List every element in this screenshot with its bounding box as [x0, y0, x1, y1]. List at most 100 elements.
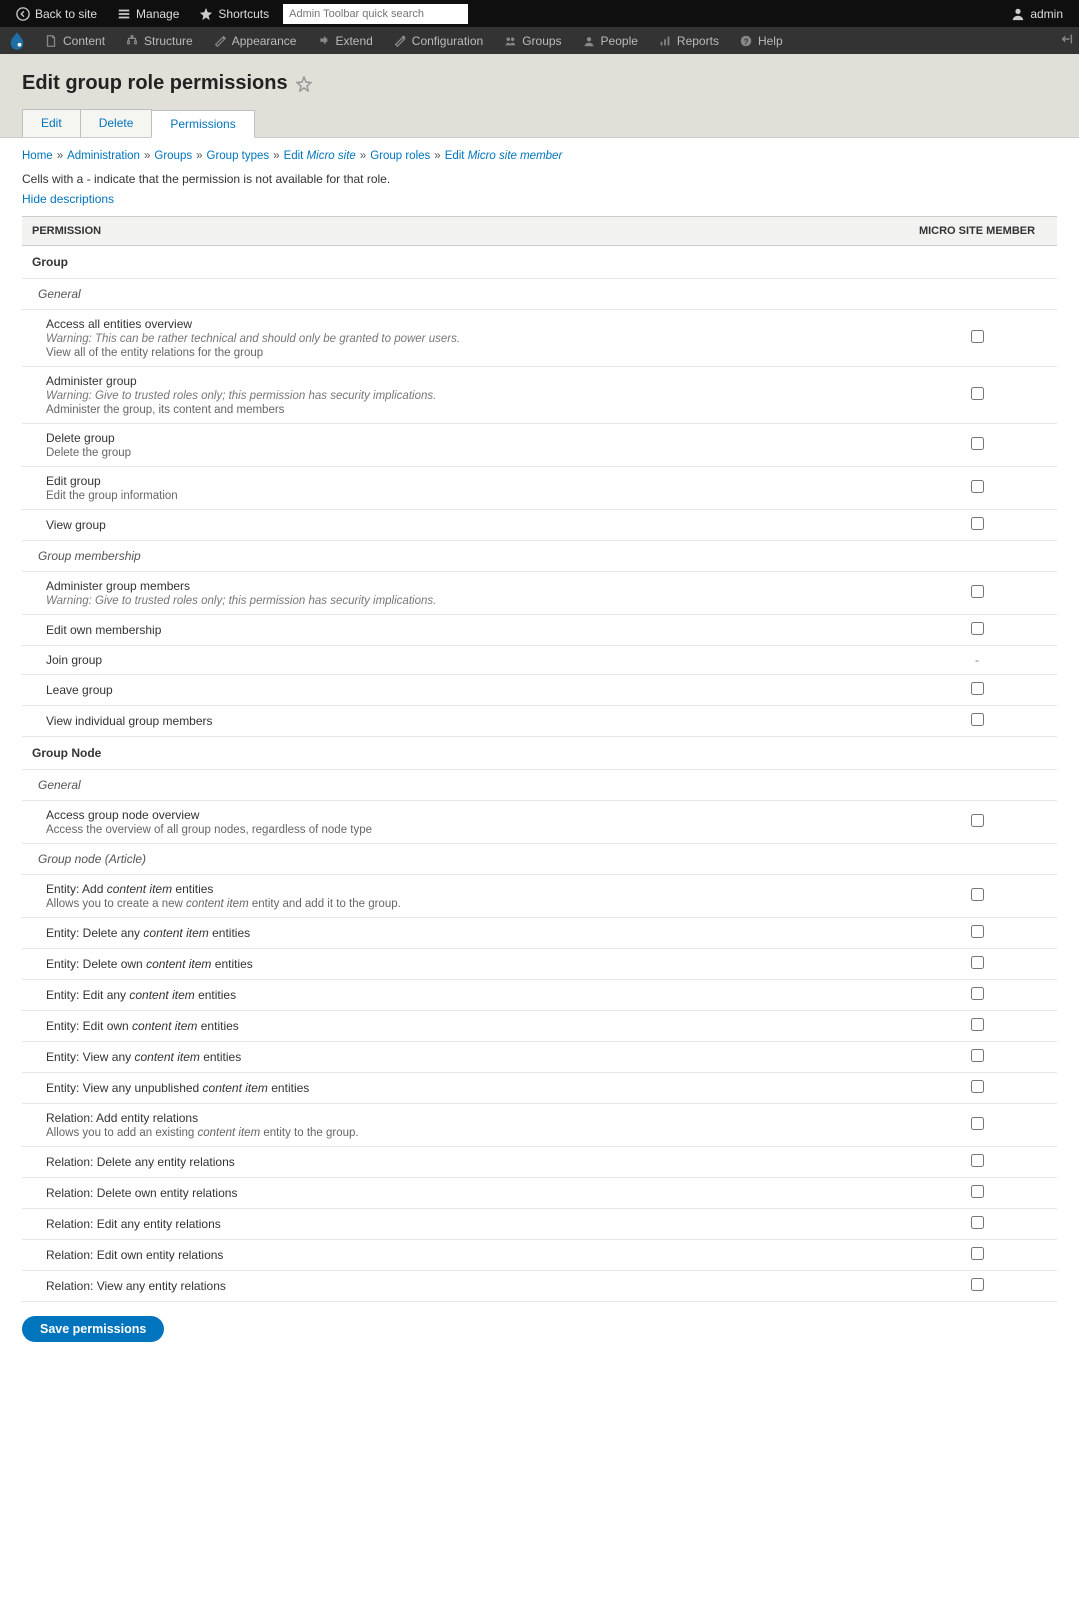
permission-row: Entity: View any unpublished content ite…	[22, 1073, 1057, 1104]
breadcrumb: Home»Administration»Groups»Group types»E…	[22, 150, 1057, 162]
permission-row: Edit own membership	[22, 615, 1057, 646]
breadcrumb-link[interactable]: Group types	[207, 150, 270, 162]
permission-checkbox[interactable]	[971, 1049, 984, 1062]
page-title-text: Edit group role permissions	[22, 72, 288, 95]
drupal-home-icon[interactable]	[0, 27, 34, 54]
hide-descriptions-link[interactable]: Hide descriptions	[22, 192, 114, 206]
permission-row: Edit groupEdit the group information	[22, 467, 1057, 510]
permission-checkbox[interactable]	[971, 1247, 984, 1260]
permission-checkbox[interactable]	[971, 330, 984, 343]
admin-menu-extend[interactable]: Extend	[306, 27, 382, 54]
druplicon-icon	[7, 31, 27, 51]
breadcrumb-link[interactable]: Home	[22, 150, 53, 162]
permission-checkbox[interactable]	[971, 517, 984, 530]
admin-menu-appearance[interactable]: Appearance	[203, 27, 307, 54]
admin-menu-reports[interactable]: Reports	[648, 27, 729, 54]
permission-module-row: Group Node	[22, 737, 1057, 770]
page-title: Edit group role permissions	[22, 72, 1057, 95]
structure-icon	[125, 34, 139, 48]
permission-checkbox[interactable]	[971, 585, 984, 598]
breadcrumb-link[interactable]: Groups	[154, 150, 192, 162]
admin-menu-people[interactable]: People	[572, 27, 648, 54]
permission-checkbox[interactable]	[971, 888, 984, 901]
back-to-site-label: Back to site	[35, 7, 97, 21]
th-role: MICRO SITE MEMBER	[897, 217, 1057, 246]
permission-checkbox[interactable]	[971, 1117, 984, 1130]
admin-menu-groups[interactable]: Groups	[493, 27, 571, 54]
permission-row: Entity: Edit any content item entities	[22, 980, 1057, 1011]
permission-row: Entity: View any content item entities	[22, 1042, 1057, 1073]
permission-row: Relation: Delete any entity relations	[22, 1147, 1057, 1178]
extend-icon	[316, 34, 330, 48]
manage-button[interactable]: Manage	[107, 0, 189, 27]
toolbar-search-wrapper	[279, 0, 478, 27]
manage-label: Manage	[136, 7, 179, 21]
permission-row: Access all entities overviewWarning: Thi…	[22, 310, 1057, 367]
permission-section-row: Group membership	[22, 541, 1057, 572]
permission-checkbox[interactable]	[971, 956, 984, 969]
breadcrumb-link[interactable]: Edit Micro site	[284, 150, 356, 162]
permission-checkbox[interactable]	[971, 713, 984, 726]
admin-toolbar-search-input[interactable]	[283, 4, 468, 24]
admin-menu-help[interactable]: ?Help	[729, 27, 793, 54]
tab-delete[interactable]: Delete	[80, 109, 153, 137]
permission-checkbox[interactable]	[971, 682, 984, 695]
permissions-table: PERMISSION MICRO SITE MEMBER GroupGenera…	[22, 216, 1057, 1302]
svg-text:?: ?	[744, 37, 749, 46]
configuration-icon	[393, 34, 407, 48]
permission-row: Entity: Delete own content item entities	[22, 949, 1057, 980]
permission-checkbox[interactable]	[971, 437, 984, 450]
primary-tabs: EditDeletePermissions	[22, 109, 1057, 137]
tab-edit[interactable]: Edit	[22, 109, 81, 137]
region-header: Edit group role permissions EditDeletePe…	[0, 54, 1079, 138]
permission-section-row: Group node (Article)	[22, 844, 1057, 875]
admin-menu-configuration[interactable]: Configuration	[383, 27, 493, 54]
permission-section-row: General	[22, 279, 1057, 310]
permission-checkbox[interactable]	[971, 1080, 984, 1093]
star-outline-icon[interactable]	[296, 76, 312, 92]
help-icon: ?	[739, 34, 753, 48]
permission-checkbox[interactable]	[971, 622, 984, 635]
user-icon	[1011, 7, 1025, 21]
permission-checkbox[interactable]	[971, 1278, 984, 1291]
permission-checkbox[interactable]	[971, 1216, 984, 1229]
permission-row: Entity: Add content item entitiesAllows …	[22, 875, 1057, 918]
breadcrumb-link[interactable]: Administration	[67, 150, 140, 162]
breadcrumb-link[interactable]: Group roles	[370, 150, 430, 162]
permission-checkbox[interactable]	[971, 387, 984, 400]
breadcrumb-link[interactable]: Edit Micro site member	[445, 150, 563, 162]
groups-icon	[503, 34, 517, 48]
permission-row: Leave group	[22, 675, 1057, 706]
permission-checkbox[interactable]	[971, 1154, 984, 1167]
user-menu[interactable]: admin	[1001, 7, 1073, 21]
permission-unavailable: -	[975, 653, 979, 667]
shortcuts-label: Shortcuts	[218, 7, 269, 21]
permission-checkbox[interactable]	[971, 925, 984, 938]
permission-row: Relation: Delete own entity relations	[22, 1178, 1057, 1209]
permission-checkbox[interactable]	[971, 987, 984, 1000]
permission-module-row: Group	[22, 246, 1057, 279]
admin-menu-structure[interactable]: Structure	[115, 27, 203, 54]
content-icon	[44, 34, 58, 48]
shortcuts-button[interactable]: Shortcuts	[189, 0, 279, 27]
permission-checkbox[interactable]	[971, 480, 984, 493]
hamburger-icon	[117, 7, 131, 21]
back-to-site-button[interactable]: Back to site	[6, 0, 107, 27]
permission-checkbox[interactable]	[971, 814, 984, 827]
back-arrow-icon	[16, 7, 30, 21]
form-actions: Save permissions	[22, 1316, 1057, 1342]
toolbar-admin: ContentStructureAppearanceExtendConfigur…	[0, 27, 1079, 54]
permission-checkbox[interactable]	[971, 1018, 984, 1031]
permission-row: Administer groupWarning: Give to trusted…	[22, 367, 1057, 424]
tab-permissions[interactable]: Permissions	[151, 110, 254, 138]
permission-row: Entity: Edit own content item entities	[22, 1011, 1057, 1042]
toolbar-collapse-button[interactable]	[1055, 32, 1079, 49]
permission-row: Join group-	[22, 646, 1057, 675]
permission-row: Relation: Add entity relationsAllows you…	[22, 1104, 1057, 1147]
permission-checkbox[interactable]	[971, 1185, 984, 1198]
permission-row: Administer group membersWarning: Give to…	[22, 572, 1057, 615]
save-permissions-button[interactable]: Save permissions	[22, 1316, 164, 1342]
permission-row: Relation: Edit any entity relations	[22, 1209, 1057, 1240]
admin-menu-content[interactable]: Content	[34, 27, 115, 54]
permission-row: Relation: View any entity relations	[22, 1271, 1057, 1302]
